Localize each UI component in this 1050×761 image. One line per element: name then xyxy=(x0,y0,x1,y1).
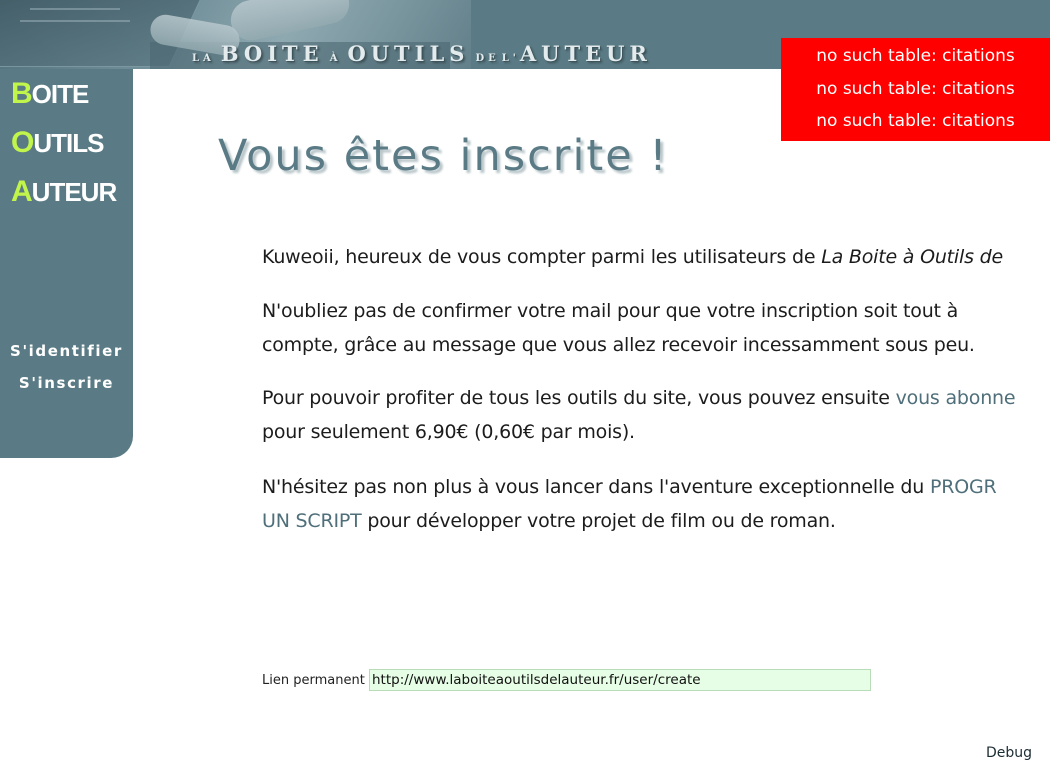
brand-line-boite: BOITE xyxy=(11,77,90,111)
debug-link[interactable]: Debug xyxy=(986,745,1032,761)
paragraph-text: Kuweoii, heureux de vous compter parmi l… xyxy=(262,246,822,268)
permalink-field[interactable] xyxy=(369,669,871,691)
site-banner: LA BOITE À OUTILS DE L'AUTEUR xyxy=(186,41,652,66)
banner-word: AUTEUR xyxy=(519,41,652,66)
banner-word: DE xyxy=(475,53,500,64)
program-link[interactable]: PROGR xyxy=(930,476,997,498)
brand-initial: A xyxy=(11,175,33,208)
error-message: no such table: citations xyxy=(816,111,1015,131)
program-paragraph: N'hésitez pas non plus à vous lancer dan… xyxy=(262,470,1050,538)
brand-initial: O xyxy=(11,126,34,159)
hand-illustration xyxy=(227,0,353,45)
script-link[interactable]: UN SCRIPT xyxy=(262,510,362,532)
banner-word: OUTILS xyxy=(347,41,470,66)
brand-word: UTEUR xyxy=(31,177,118,207)
banner-word: L' xyxy=(501,53,520,64)
sidebar: BOITE OUTILS AUTEUR S'identifier S'inscr… xyxy=(0,69,133,458)
paragraph-text: compte, grâce au message que vous allez … xyxy=(262,334,975,356)
banner-word: LA xyxy=(192,53,215,64)
brand-line-auteur: AUTEUR xyxy=(11,175,118,209)
nav-login-link[interactable]: S'identifier xyxy=(0,342,133,360)
paragraph-text: N'oubliez pas de confirmer votre mail po… xyxy=(262,300,959,322)
error-message: no such table: citations xyxy=(816,78,1015,99)
nav-register-link[interactable]: S'inscrire xyxy=(0,374,133,392)
brand-line-outils: OUTILS xyxy=(11,126,104,160)
confirm-paragraph: N'oubliez pas de confirmer votre mail po… xyxy=(262,294,1050,362)
subscribe-link[interactable]: vous abonne xyxy=(896,387,1016,409)
paragraph-text: N'hésitez pas non plus à vous lancer dan… xyxy=(262,476,930,498)
screen-line xyxy=(20,20,130,22)
subscribe-paragraph: Pour pouvoir profiter de tous les outils… xyxy=(262,381,1050,449)
error-messages: no such table: citations no such table: … xyxy=(781,38,1050,141)
screen-line xyxy=(30,8,120,10)
banner-word: BOITE xyxy=(220,41,324,66)
paragraph-text: Pour pouvoir profiter de tous les outils… xyxy=(262,387,896,409)
welcome-paragraph: Kuweoii, heureux de vous compter parmi l… xyxy=(262,240,1050,274)
paragraph-text: pour seulement 6,90€ (0,60€ par mois). xyxy=(262,421,635,443)
error-message: no such table: citations xyxy=(816,46,1015,66)
brand-word: UTILS xyxy=(33,128,104,158)
brand-initial: B xyxy=(11,77,33,110)
permalink-label: Lien permanent xyxy=(262,673,365,688)
page-title: Vous êtes inscrite ! xyxy=(218,131,669,181)
banner-word: À xyxy=(329,53,342,64)
paragraph-text: pour développer votre projet de film ou … xyxy=(361,510,836,532)
brand-word: OITE xyxy=(31,79,90,109)
site-name: La Boite à Outils de xyxy=(821,246,1003,268)
content-corner xyxy=(133,69,155,91)
